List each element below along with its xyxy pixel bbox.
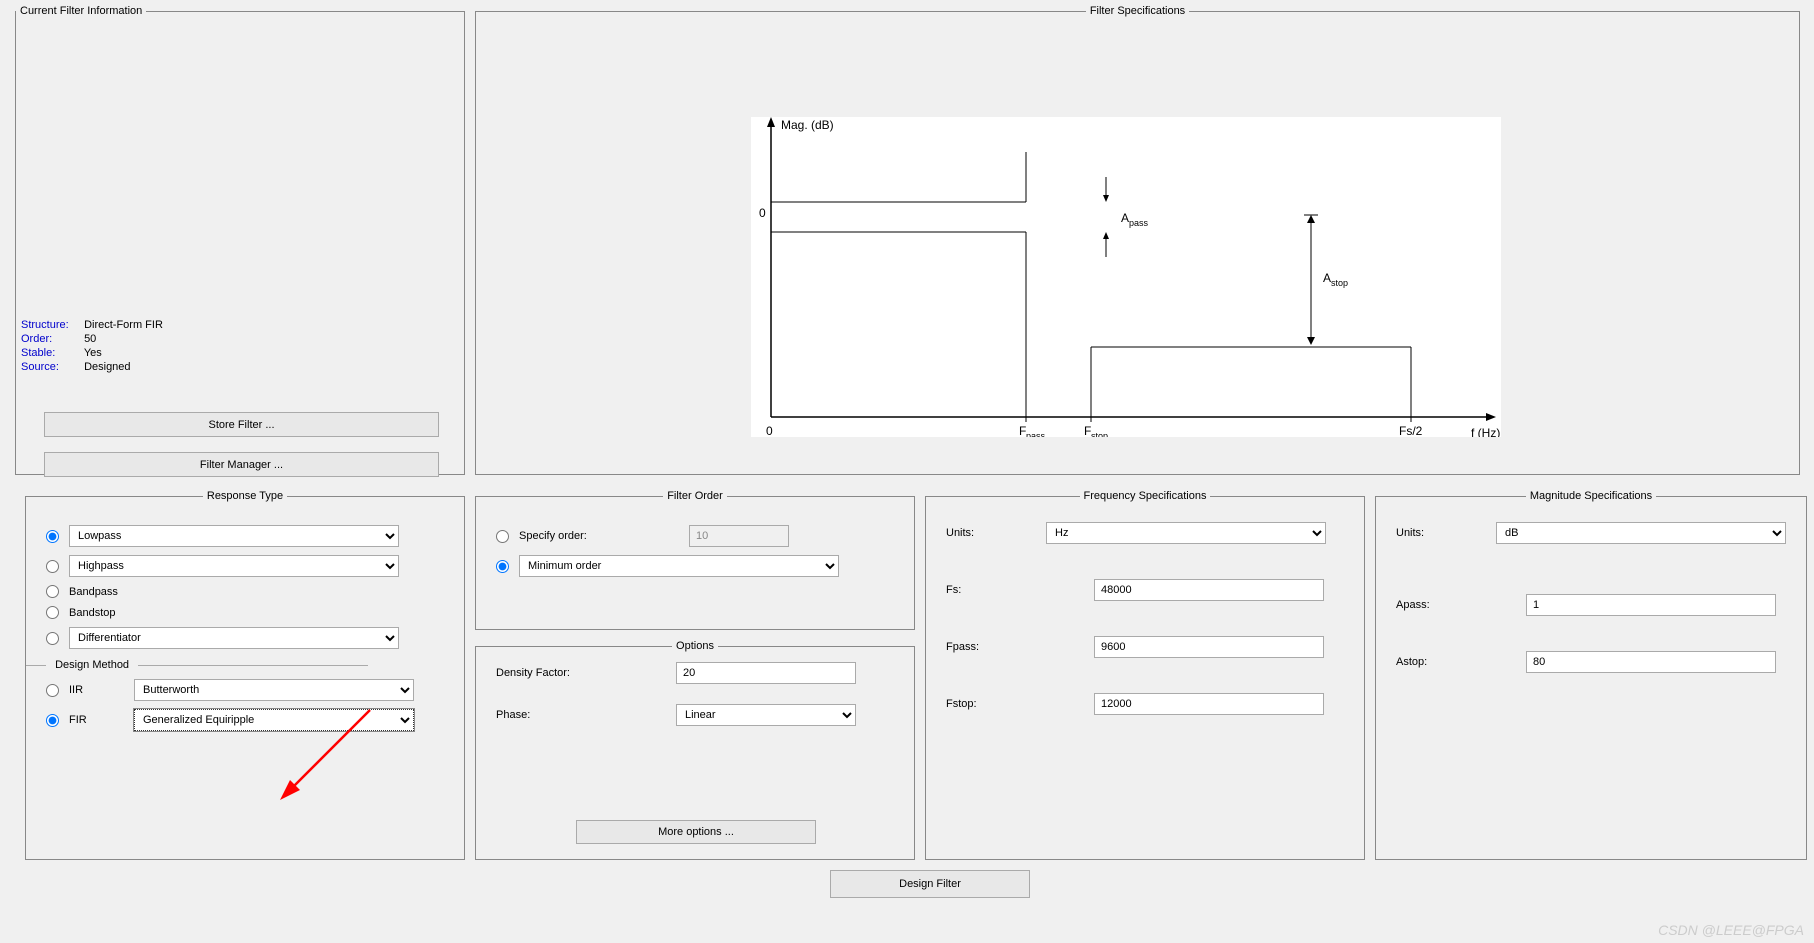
fpass-label: Fpass: <box>946 641 1046 653</box>
svg-text:stop: stop <box>1091 431 1108 437</box>
response-type-panel: Response Type Lowpass Highpass Bandpass … <box>25 490 465 860</box>
astop-input[interactable] <box>1526 651 1776 673</box>
structure-label: Structure: <box>21 319 81 331</box>
fpass-input[interactable] <box>1094 636 1324 658</box>
phase-label: Phase: <box>496 709 676 721</box>
fhz-label: f (Hz) <box>1471 426 1500 437</box>
filter-info-legend: Current Filter Information <box>16 5 146 17</box>
astop-label: Astop: <box>1396 656 1526 668</box>
apass-label: Apass: <box>1396 599 1526 611</box>
apass-input[interactable] <box>1526 594 1776 616</box>
freq-spec-legend: Frequency Specifications <box>1080 490 1211 502</box>
design-filter-button[interactable]: Design Filter <box>830 870 1030 898</box>
iir-method-dropdown[interactable]: Butterworth <box>134 679 414 701</box>
svg-text:0: 0 <box>766 424 773 437</box>
mag-units-dropdown[interactable]: dB <box>1496 522 1786 544</box>
mag-spec-legend: Magnitude Specifications <box>1526 490 1656 502</box>
filter-info-content: Structure: Direct-Form FIR Order: 50 Sta… <box>21 317 163 375</box>
fir-radio[interactable] <box>46 714 59 727</box>
mag-label: Mag. (dB) <box>781 118 834 132</box>
lowpass-radio[interactable] <box>46 530 59 543</box>
specify-order-radio[interactable] <box>496 530 509 543</box>
store-filter-button[interactable]: Store Filter ... <box>44 412 439 437</box>
differentiator-dropdown[interactable]: Differentiator <box>69 627 399 649</box>
filter-order-legend: Filter Order <box>663 490 727 502</box>
iir-label: IIR <box>69 684 99 696</box>
svg-text:pass: pass <box>1129 218 1149 228</box>
options-legend: Options <box>672 640 718 652</box>
lowpass-dropdown[interactable]: Lowpass <box>69 525 399 547</box>
filter-spec-legend: Filter Specifications <box>1086 5 1189 17</box>
fir-method-dropdown[interactable]: Generalized Equiripple <box>134 709 414 731</box>
response-type-legend: Response Type <box>203 490 287 502</box>
specify-order-input <box>689 525 789 547</box>
zero-label: 0 <box>759 206 766 220</box>
fstop-label: Fstop: <box>946 698 1046 710</box>
min-order-radio[interactable] <box>496 560 509 573</box>
stable-value: Yes <box>84 347 102 359</box>
filter-specifications-panel: Filter Specifications Mag. (dB) f (Hz) 0… <box>475 5 1800 475</box>
differentiator-radio[interactable] <box>46 632 59 645</box>
options-panel: Options Density Factor: Phase: Linear Mo… <box>475 640 915 860</box>
freq-units-label: Units: <box>946 527 1046 539</box>
current-filter-info-panel: Current Filter Information Structure: Di… <box>15 5 465 475</box>
filter-order-panel: Filter Order Specify order: Minimum orde… <box>475 490 915 630</box>
svg-text:A: A <box>1323 271 1331 285</box>
watermark-text: CSDN @LEEE@FPGA <box>1658 922 1804 938</box>
fs-label: Fs: <box>946 584 1046 596</box>
svg-text:A: A <box>1121 211 1129 225</box>
mag-units-label: Units: <box>1396 527 1496 539</box>
fs-input[interactable] <box>1094 579 1324 601</box>
bandstop-label: Bandstop <box>69 607 115 619</box>
source-label: Source: <box>21 361 81 373</box>
spec-svg: Mag. (dB) f (Hz) 0 Fpass Fstop Fs/2 0 <box>751 117 1501 437</box>
highpass-dropdown[interactable]: Highpass <box>69 555 399 577</box>
min-order-dropdown[interactable]: Minimum order <box>519 555 839 577</box>
order-value: 50 <box>84 333 96 345</box>
fir-label: FIR <box>69 714 99 726</box>
svg-text:pass: pass <box>1026 431 1046 437</box>
density-factor-label: Density Factor: <box>496 667 676 679</box>
fstop-input[interactable] <box>1094 693 1324 715</box>
bandpass-radio[interactable] <box>46 585 59 598</box>
filter-manager-button[interactable]: Filter Manager ... <box>44 452 439 477</box>
design-method-label: Design Method <box>49 659 135 671</box>
freq-units-dropdown[interactable]: Hz <box>1046 522 1326 544</box>
structure-value: Direct-Form FIR <box>84 319 163 331</box>
highpass-radio[interactable] <box>46 560 59 573</box>
more-options-button[interactable]: More options ... <box>576 820 816 844</box>
specify-order-label: Specify order: <box>519 530 689 542</box>
phase-dropdown[interactable]: Linear <box>676 704 856 726</box>
svg-text:Fs/2: Fs/2 <box>1399 424 1423 437</box>
iir-radio[interactable] <box>46 684 59 697</box>
magnitude-spec-panel: Magnitude Specifications Units: dB Apass… <box>1375 490 1807 860</box>
filter-spec-diagram: Mag. (dB) f (Hz) 0 Fpass Fstop Fs/2 0 <box>751 117 1501 437</box>
svg-text:stop: stop <box>1331 278 1348 288</box>
order-label: Order: <box>21 333 81 345</box>
frequency-spec-panel: Frequency Specifications Units: Hz Fs: F… <box>925 490 1365 860</box>
source-value: Designed <box>84 361 130 373</box>
bandstop-radio[interactable] <box>46 606 59 619</box>
bandpass-label: Bandpass <box>69 586 118 598</box>
density-factor-input[interactable] <box>676 662 856 684</box>
stable-label: Stable: <box>21 347 81 359</box>
